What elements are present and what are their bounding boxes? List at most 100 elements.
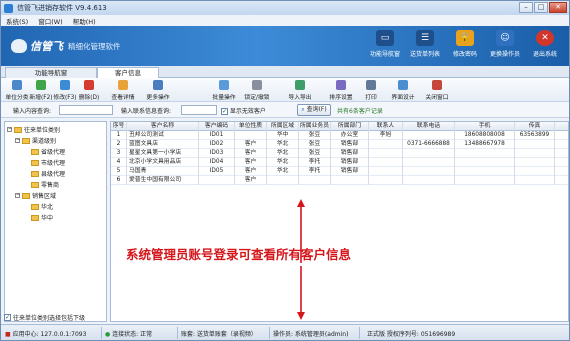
maximize-button[interactable]: □	[534, 2, 548, 13]
menu-help[interactable]: 帮助(H)	[68, 16, 101, 26]
tree-node[interactable]: − 销售区域	[15, 191, 56, 200]
table-cell: 客户	[235, 176, 267, 185]
print-button[interactable]: 打印	[357, 80, 385, 101]
switch-operator-button[interactable]: ☺ 更换操作员	[483, 30, 527, 58]
nav-window-button[interactable]: ▭ 功能导航窗	[363, 30, 407, 58]
annotation-arrow-down	[297, 266, 305, 320]
table-cell: 马国青	[127, 167, 199, 176]
category-button[interactable]: 单位分类	[5, 80, 29, 101]
column-header[interactable]: 传真	[515, 122, 555, 131]
query-button[interactable]: ⌕ 查询(F)	[297, 104, 331, 116]
column-header[interactable]: 所属部门	[331, 122, 369, 131]
table-cell: 客户	[235, 158, 267, 167]
tree-node[interactable]: 市级代理	[31, 158, 65, 167]
table-cell: 蓝图文具店	[127, 140, 199, 149]
table-cell: 63563899	[515, 131, 555, 140]
delete-button[interactable]: 删除(D)	[77, 80, 101, 101]
close-window-button[interactable]: ✕	[549, 2, 567, 13]
table-cell: 13488667978	[455, 140, 515, 149]
tab-customer-info[interactable]: 客户信息	[97, 67, 159, 78]
column-header[interactable]: 客户编码	[199, 122, 235, 131]
table-cell: 办公室	[331, 131, 369, 140]
minimize-button[interactable]: –	[519, 2, 533, 13]
delivery-list-button[interactable]: ☰ 送货单列表	[403, 30, 447, 58]
more-actions-button[interactable]: 更多操作	[141, 80, 175, 101]
table-cell	[369, 158, 403, 167]
show-invalid-checkbox[interactable]: ✓	[221, 108, 228, 115]
table-header: 序号 客户名称 客户编码 单位性质 所属区域 所属业务员 所属部门 联系人 联系电话 手机 传真	[111, 122, 568, 131]
column-header[interactable]: 所属业务员	[299, 122, 331, 131]
tree-root[interactable]: − 往来单位类别	[7, 125, 60, 134]
folder-icon	[31, 159, 39, 166]
tree-node[interactable]: 华北	[31, 202, 53, 211]
column-header[interactable]: 手机	[455, 122, 515, 131]
toolbar: 单位分类 新增(F2) 修改(F3) 删除(D) 查看详情 更多操作 批量操作 …	[1, 78, 569, 102]
table-row[interactable]: 5 马国青 ID05 客户 华北 李托 销售部	[111, 167, 568, 176]
tree-node-label: 华中	[41, 215, 54, 222]
include-subcategories-checkbox[interactable]: ✓	[4, 314, 11, 321]
include-subcategories-option[interactable]: ✓ 往来单位类别选择包括下级	[4, 313, 85, 322]
folder-icon	[31, 203, 39, 210]
list-icon: ☰	[416, 30, 434, 46]
add-button[interactable]: 新增(F2)	[29, 80, 53, 101]
import-export-button[interactable]: 导入导出	[284, 80, 316, 101]
tree-node[interactable]: − 渠道级别	[15, 136, 56, 145]
status-bar: ■ 应用中心: 127.0.0.1:7093 ● 连接状态: 正常 账套: 送货…	[1, 324, 569, 340]
folder-icon	[31, 170, 39, 177]
table-row[interactable]: 3 星星文具第一小学店 ID03 客户 华北 张豆 销售部	[111, 149, 568, 158]
table-cell: 销售部	[331, 167, 369, 176]
switch-operator-label: 更换操作员	[489, 51, 520, 58]
account-status: 账套: 送货单账套（录视频）	[181, 331, 257, 338]
column-header[interactable]: 联系人	[369, 122, 403, 131]
lock-button[interactable]: 锁定/撤锁	[241, 80, 273, 101]
collapse-icon[interactable]: −	[15, 138, 20, 143]
table-row[interactable]: 4 北京小学文具用品店 ID04 客户 华北 李托 销售部	[111, 158, 568, 167]
tree-node[interactable]: 县级代理	[31, 169, 65, 178]
tree-node[interactable]: 省级代理	[31, 147, 65, 156]
view-detail-button[interactable]: 查看详情	[107, 80, 139, 101]
search-input[interactable]	[59, 105, 113, 115]
tab-function-nav[interactable]: 功能导航窗	[5, 67, 97, 78]
arrow-down-head	[297, 312, 305, 320]
column-header[interactable]: 联系电话	[403, 122, 455, 131]
change-password-button[interactable]: 🔒 修改密码	[443, 30, 487, 58]
edit-icon	[60, 80, 70, 90]
brand-logo: 信管飞 精细化管理软件	[11, 38, 121, 54]
table-cell: 华北	[267, 158, 299, 167]
folder-icon	[14, 126, 22, 133]
table-row[interactable]: 1 丑邦公司测试 ID01 华中 张豆 办公室 李旭 18608808008 63563899	[111, 131, 568, 140]
column-header[interactable]: 序号	[111, 122, 127, 131]
search-icon: ⌕	[301, 106, 305, 113]
tree-node-label: 市级代理	[41, 160, 66, 167]
folder-icon	[31, 214, 39, 221]
tree-node[interactable]: 华中	[31, 213, 53, 222]
table-cell	[403, 158, 455, 167]
table-cell: 销售部	[331, 158, 369, 167]
exit-system-button[interactable]: ✕ 退出系统	[523, 30, 567, 58]
app-center-status: ■ 应用中心: 127.0.0.1:7093	[5, 329, 86, 338]
table-cell: 丑邦公司测试	[127, 131, 199, 140]
table-cell	[455, 167, 515, 176]
column-header[interactable]: 所属区域	[267, 122, 299, 131]
sort-button[interactable]: 排序设置	[325, 80, 357, 101]
title-bar: 信管飞进销存软件 V9.4.613 – □ ✕	[1, 1, 569, 15]
collapse-icon[interactable]: −	[7, 127, 12, 132]
menu-window[interactable]: 窗口(W)	[33, 16, 68, 26]
batch-button[interactable]: 批量操作	[209, 80, 239, 101]
menu-system[interactable]: 系统(S)	[1, 16, 33, 26]
layout-button[interactable]: 界面设计	[387, 80, 419, 101]
tree-node[interactable]: 零售商	[31, 180, 59, 189]
column-header[interactable]: 单位性质	[235, 122, 267, 131]
table-row[interactable]: 2 蓝图文具店 ID02 客户 华北 张豆 销售部 0371-6666888 134886679…	[111, 140, 568, 149]
column-header[interactable]: 客户名称	[127, 122, 199, 131]
edit-button[interactable]: 修改(F3)	[53, 80, 77, 101]
close-tab-button[interactable]: 关闭窗口	[421, 80, 453, 101]
table-cell	[403, 176, 455, 185]
change-password-label: 修改密码	[452, 51, 477, 58]
close-tab-label: 关闭窗口	[425, 95, 449, 101]
table-row[interactable]: 6 爱普生中国有限公司 客户	[111, 176, 568, 185]
app-center-text: 应用中心: 127.0.0.1:7093	[12, 331, 87, 338]
collapse-icon[interactable]: −	[15, 193, 20, 198]
contact-search-input[interactable]	[181, 105, 217, 115]
show-invalid-option[interactable]: ✓ 显示无效客户	[221, 106, 266, 115]
